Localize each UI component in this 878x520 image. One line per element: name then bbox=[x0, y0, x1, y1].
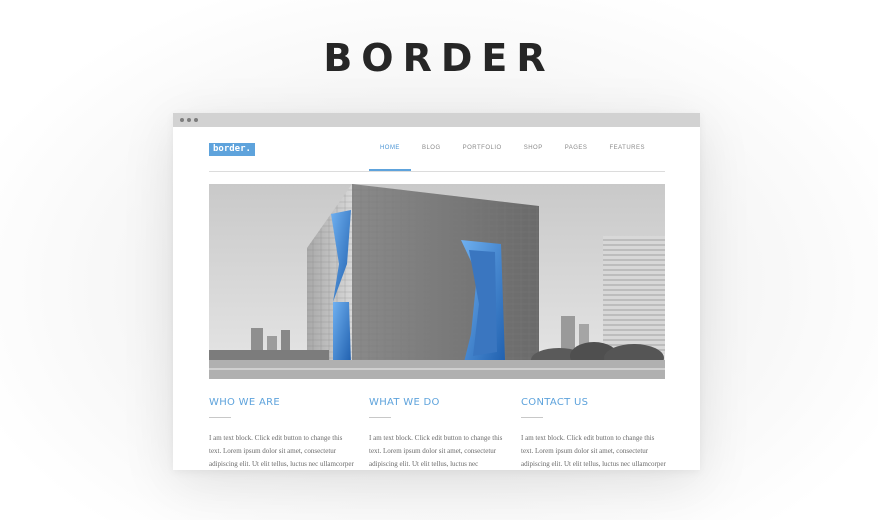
column-text: I am text block. Click edit button to ch… bbox=[369, 434, 503, 468]
column-text: I am text block. Click edit button to ch… bbox=[209, 434, 354, 468]
window-dot-icon[interactable] bbox=[187, 118, 191, 122]
browser-window: border. HOME BLOG PORTFOLIO SHOP PAGES F… bbox=[173, 113, 700, 470]
column-divider bbox=[209, 417, 231, 418]
column-who-we-are: WHO WE ARE I am text block. Click edit b… bbox=[209, 397, 354, 470]
column-text: I am text block. Click edit button to ch… bbox=[521, 434, 666, 468]
nav-item-portfolio[interactable]: PORTFOLIO bbox=[452, 143, 513, 171]
hero-title: BORDER bbox=[323, 36, 555, 80]
window-dot-icon[interactable] bbox=[194, 118, 198, 122]
nav-item-pages[interactable]: PAGES bbox=[554, 143, 599, 171]
site-logo[interactable]: border. bbox=[209, 143, 255, 156]
column-divider bbox=[369, 417, 391, 418]
main-nav: HOME BLOG PORTFOLIO SHOP PAGES FEATURES bbox=[368, 143, 656, 171]
column-divider bbox=[521, 417, 543, 418]
column-heading: CONTACT US bbox=[521, 397, 589, 408]
nav-item-home[interactable]: HOME bbox=[368, 143, 411, 171]
browser-chrome-bar bbox=[173, 113, 700, 127]
column-heading: WHAT WE DO bbox=[369, 397, 440, 408]
website-preview: border. HOME BLOG PORTFOLIO SHOP PAGES F… bbox=[173, 127, 700, 470]
nav-divider bbox=[209, 171, 665, 172]
nav-item-features[interactable]: FEATURES bbox=[598, 143, 656, 171]
column-heading: WHO WE ARE bbox=[209, 397, 280, 408]
window-dot-icon[interactable] bbox=[180, 118, 184, 122]
column-contact-us: CONTACT US I am text block. Click edit b… bbox=[521, 397, 666, 470]
nav-item-shop[interactable]: SHOP bbox=[513, 143, 554, 171]
nav-item-blog[interactable]: BLOG bbox=[411, 143, 452, 171]
hero-building-image bbox=[209, 184, 665, 379]
column-what-we-do: WHAT WE DO I am text block. Click edit b… bbox=[369, 397, 514, 470]
